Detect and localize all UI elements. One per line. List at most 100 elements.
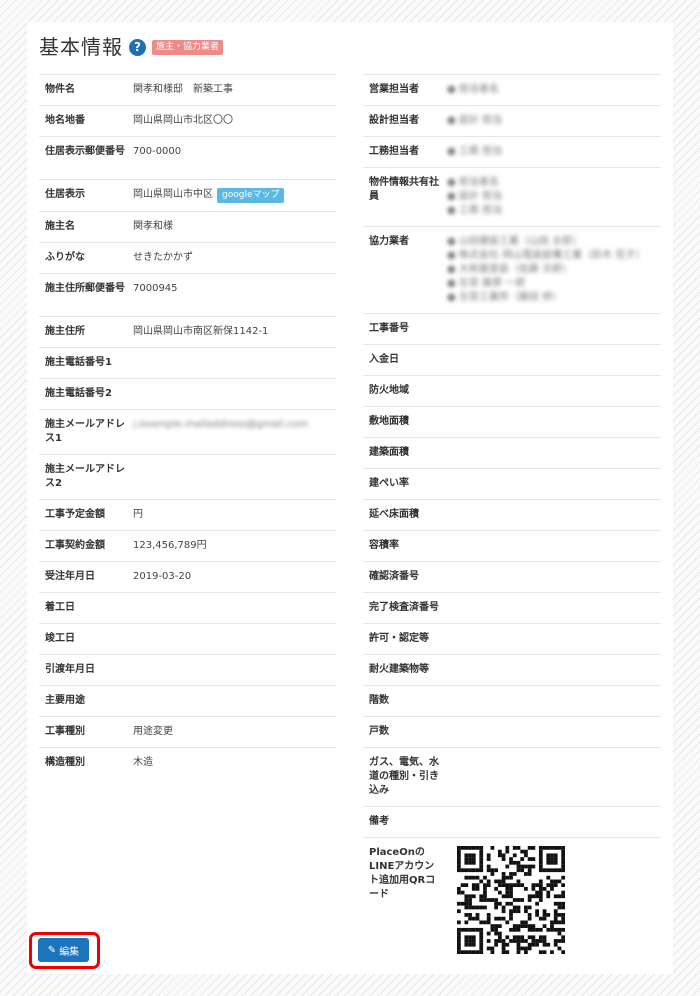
info-row: 地名地番 岡山県岡山市北区〇〇 xyxy=(39,105,336,136)
field-value-text: 用途変更 xyxy=(133,726,173,737)
info-row: 施主住所郵便番号 7000945 xyxy=(39,273,336,316)
field-label: 着工日 xyxy=(45,602,75,613)
field-label: 容積率 xyxy=(369,540,399,551)
info-row: 工事番号 xyxy=(363,313,661,344)
field-label: 建築面積 xyxy=(369,447,409,458)
info-row: 施主住所 岡山県岡山市南区新保1142-1 xyxy=(39,316,336,347)
field-label: 工事予定金額 xyxy=(45,509,105,520)
field-value: 用途変更 xyxy=(133,717,336,747)
field-label: 施主電話番号1 xyxy=(45,357,112,368)
field-value-item: ● 設計 担当 xyxy=(447,191,503,202)
field-label: 工事契約金額 xyxy=(45,540,105,551)
field-value xyxy=(447,469,661,499)
info-row: ガス、電気、水道の種別・引き込み xyxy=(363,747,661,806)
field-label: 施主電話番号2 xyxy=(45,388,112,399)
field-value-item: ● 株式会社 岡山電設設備工業（鈴木 花子） xyxy=(447,250,646,261)
field-value: 岡山県岡山市中区 googleマップ xyxy=(133,180,336,211)
info-row: PlaceOnのLINEアカウント追加用QRコード xyxy=(363,837,661,962)
field-value xyxy=(133,624,336,654)
field-value-item: ● 工務 担当 xyxy=(447,205,503,216)
field-value: ● 設計 担当 xyxy=(447,106,661,136)
field-value-item: ● 設計 担当 xyxy=(447,115,503,126)
info-row: 主要用途 xyxy=(39,685,336,716)
field-value xyxy=(447,376,661,406)
info-row: 工務担当者 ● 工務 担当 xyxy=(363,136,661,167)
field-label: 施主住所郵便番号 xyxy=(45,283,125,294)
field-value: 7000945 xyxy=(133,274,336,316)
field-label: 許可・認定等 xyxy=(369,633,429,644)
field-label: 入金日 xyxy=(369,354,399,365)
edit-button[interactable]: ✎ 編集 xyxy=(38,938,89,962)
field-label: 確認済番号 xyxy=(369,571,419,582)
field-label: 引渡年月日 xyxy=(45,664,95,675)
field-value: ● 山田建設工業（山田 太郎） ● 株式会社 岡山電設設備工業（鈴木 花子） ● 大… xyxy=(447,227,661,313)
field-value-text: 2019-03-20 xyxy=(133,571,192,582)
info-row: 施主メールアドレス1 j.example.mailaddress@gmail.co… xyxy=(39,409,336,454)
info-row: 戸数 xyxy=(363,716,661,747)
field-value xyxy=(447,624,661,654)
field-value: 関孝和様 xyxy=(133,212,336,242)
field-label: 営業担当者 xyxy=(369,84,419,95)
field-label: PlaceOnのLINEアカウント追加用QRコード xyxy=(369,847,436,900)
page-title: 基本情報 xyxy=(39,35,123,59)
field-label: 物件名 xyxy=(45,84,75,95)
field-value-item: ● 工務 担当 xyxy=(447,146,503,157)
field-label: 完了検査済番号 xyxy=(369,602,439,613)
google-map-link[interactable]: googleマップ xyxy=(217,188,285,203)
info-row: 物件情報共有社員 ● 担当者名 ● 設計 担当 ● 工務 担当 xyxy=(363,167,661,226)
field-value xyxy=(447,562,661,592)
field-value xyxy=(447,345,661,375)
field-label: 主要用途 xyxy=(45,695,85,706)
field-value xyxy=(447,593,661,623)
field-value-item: ● 担当者名 xyxy=(447,177,499,188)
field-value xyxy=(447,807,661,837)
basic-info-card: 基本情報 ? 施主・協力業者 物件名 関孝和様邸 新築工事 地名地番 岡山県岡山市北区… xyxy=(27,22,673,974)
page-header: 基本情報 ? 施主・協力業者 xyxy=(39,34,224,60)
info-row: 許可・認定等 xyxy=(363,623,661,654)
field-value xyxy=(447,314,661,344)
field-label: 備考 xyxy=(369,816,389,827)
info-row: 建築面積 xyxy=(363,437,661,468)
field-value xyxy=(447,838,661,962)
info-row: 耐火建築物等 xyxy=(363,654,661,685)
role-badge: 施主・協力業者 xyxy=(152,39,224,55)
field-value-text: j.example.mailaddress@gmail.com xyxy=(133,419,309,430)
info-row: 確認済番号 xyxy=(363,561,661,592)
info-row: 工事予定金額 円 xyxy=(39,499,336,530)
field-label: 延べ床面積 xyxy=(369,509,419,520)
field-value-text: 円 xyxy=(133,509,143,520)
info-row: 入金日 xyxy=(363,344,661,375)
field-label: 住居表示郵便番号 xyxy=(45,146,125,157)
pencil-icon: ✎ xyxy=(47,944,57,956)
field-value: 円 xyxy=(133,500,336,530)
info-row: 敷地面積 xyxy=(363,406,661,437)
field-value xyxy=(447,500,661,530)
field-value xyxy=(447,686,661,716)
help-icon[interactable]: ? xyxy=(129,38,146,56)
field-value-text: 岡山県岡山市南区新保1142-1 xyxy=(133,326,269,337)
field-label: 設計担当者 xyxy=(369,115,419,126)
field-label: 施主メールアドレス2 xyxy=(45,464,125,489)
field-value-text: 木造 xyxy=(133,757,153,768)
field-value xyxy=(133,348,336,378)
line-qr-code xyxy=(457,846,565,954)
field-value-item: ● 大和屋塗装（佐藤 次郎） xyxy=(447,264,573,275)
info-row: 延べ床面積 xyxy=(363,499,661,530)
info-row: 工事契約金額 123,456,789円 xyxy=(39,530,336,561)
field-value xyxy=(133,379,336,409)
field-value xyxy=(447,655,661,685)
info-row: 施主電話番号2 xyxy=(39,378,336,409)
field-value-item: ● 左官工業所（藤田 修） xyxy=(447,292,563,303)
info-row: 引渡年月日 xyxy=(39,654,336,685)
info-row: 施主名 関孝和様 xyxy=(39,211,336,242)
field-value: 岡山県岡山市北区〇〇 xyxy=(133,106,336,136)
info-row: 施主メールアドレス2 xyxy=(39,454,336,499)
field-value: ● 担当者名 xyxy=(447,75,661,105)
info-row: 住居表示郵便番号 700-0000 xyxy=(39,136,336,179)
info-row: 構造種別 木造 xyxy=(39,747,336,778)
edit-button-label: 編集 xyxy=(59,946,80,958)
field-label: 物件情報共有社員 xyxy=(369,177,439,202)
info-row: 営業担当者 ● 担当者名 xyxy=(363,74,661,105)
field-label: 受注年月日 xyxy=(45,571,95,582)
field-label: 地名地番 xyxy=(45,115,85,126)
